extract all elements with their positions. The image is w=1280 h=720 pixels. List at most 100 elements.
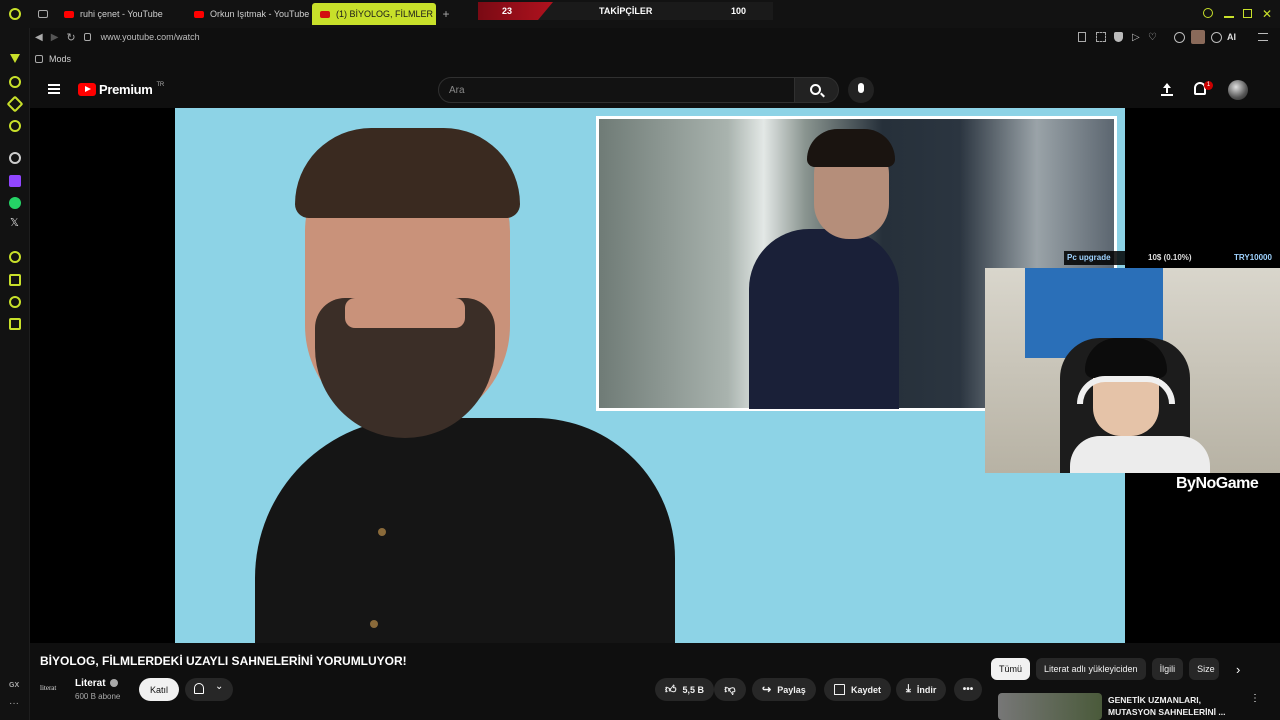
follower-goal-overlay: 23 TAKİPÇİLER 100 xyxy=(478,2,773,20)
region-code: TR xyxy=(156,82,165,88)
follower-label: TAKİPÇİLER xyxy=(599,6,653,16)
hexagon-icon[interactable] xyxy=(9,120,21,132)
save-label: Kaydet xyxy=(851,684,882,695)
gx-control-icon[interactable] xyxy=(10,54,20,63)
menu-icon[interactable] xyxy=(1258,33,1268,41)
donation-ticker: Pc upgrade 10$ (0.10%) TRY10000 xyxy=(1064,251,1280,265)
join-button[interactable]: Katıl xyxy=(139,678,179,701)
subscribe-bell-button[interactable]: ⌄ xyxy=(185,678,233,701)
download-button[interactable]: ⤓ İndir xyxy=(896,678,947,701)
chip-from-uploader[interactable]: Literat adlı yükleyiciden xyxy=(1036,658,1146,680)
url-field[interactable]: www.youtube.com/watch xyxy=(101,32,200,42)
download-icon: ⤓ xyxy=(906,683,911,695)
share-label: Paylaş xyxy=(777,684,806,695)
follower-count: 23 xyxy=(502,6,513,16)
speaker-body xyxy=(255,418,675,643)
channel-name[interactable]: Literat xyxy=(75,678,118,689)
video-title: BİYOLOG, FİLMLERDEKİ UZAYLI SAHNELERİNİ … xyxy=(40,654,407,668)
recommended-title[interactable]: GENETİK UZMANLARI, MUTASYON SAHNELERİNİ … xyxy=(1108,694,1238,718)
search-input[interactable]: Ara xyxy=(438,77,795,103)
bookmarks-bar: Mods xyxy=(30,50,71,68)
headphones xyxy=(1077,376,1175,404)
x-twitter-icon[interactable]: 𝕏 xyxy=(10,216,19,229)
tab-overview-icon[interactable] xyxy=(30,0,56,28)
new-tab-button[interactable]: + xyxy=(436,7,456,21)
shirt-button xyxy=(378,528,386,536)
ai-button[interactable]: AI xyxy=(1227,32,1236,42)
ticker-goal: Pc upgrade xyxy=(1067,253,1111,262)
chip-for-you[interactable]: Size xyxy=(1189,658,1220,680)
hamburger-menu-icon[interactable] xyxy=(48,84,60,94)
microphone-icon xyxy=(858,83,864,93)
search-icon[interactable] xyxy=(1203,8,1213,18)
like-count: 5,5 B xyxy=(682,684,705,695)
recommendation-chips: Tümü Literat adlı yükleyiciden İlgili Si… xyxy=(991,658,1220,680)
back-icon[interactable]: ◀ xyxy=(35,32,43,43)
download-label: İndir xyxy=(916,684,937,695)
more-icon[interactable]: ··· xyxy=(9,698,19,709)
gx-player-icon[interactable] xyxy=(9,274,21,286)
tab-ruhi-cenet[interactable]: ruhi çenet - YouTube xyxy=(56,3,186,25)
avatar[interactable] xyxy=(1228,80,1248,100)
follower-goal: 100 xyxy=(731,6,747,16)
chevron-down-icon: ⌄ xyxy=(215,681,224,692)
voice-search-button[interactable] xyxy=(848,77,874,103)
ticker-target: TRY10000 xyxy=(1234,253,1272,262)
bookmark-icon xyxy=(834,684,845,695)
search-button[interactable] xyxy=(795,77,839,103)
tab-orkun-isitmak[interactable]: Orkun Işıtmak - YouTube xyxy=(186,3,312,25)
snapshot-icon[interactable] xyxy=(1096,32,1106,42)
whatsapp-icon[interactable] xyxy=(9,197,21,209)
chatgpt-icon[interactable] xyxy=(9,152,21,164)
youtube-premium-logo[interactable]: Premium TR xyxy=(99,82,164,97)
thumbs-up-icon: 👍︎ xyxy=(665,684,677,696)
streamer-hair xyxy=(1085,338,1167,378)
browser-sidebar: 𝕏 GX ··· xyxy=(0,28,30,720)
close-icon[interactable]: ✕ xyxy=(1262,7,1272,21)
address-bar: ◀ ▶ ↻ www.youtube.com/watch ▷ ♡ AI xyxy=(30,28,1280,46)
kebab-menu-icon[interactable]: ⋮ xyxy=(1250,693,1260,704)
chevron-right-icon[interactable]: › xyxy=(1236,662,1240,677)
gx-corner-icon[interactable] xyxy=(9,76,21,88)
gx-mods-icon[interactable] xyxy=(9,251,21,263)
shield-icon[interactable] xyxy=(1114,32,1123,42)
gx-games-icon[interactable] xyxy=(9,296,21,308)
more-actions-button[interactable]: ••• xyxy=(954,678,982,701)
maximize-icon[interactable] xyxy=(1243,9,1252,18)
upload-icon[interactable] xyxy=(1161,82,1175,96)
youtube-logo-icon[interactable] xyxy=(78,83,96,96)
player-icon[interactable]: ▷ xyxy=(1132,32,1140,43)
chip-related[interactable]: İlgili xyxy=(1151,658,1184,680)
video-frame xyxy=(175,108,1125,643)
gx-cleaner-icon[interactable] xyxy=(6,95,24,113)
tab-label: ruhi çenet - YouTube xyxy=(80,9,163,19)
bookmark-icon[interactable] xyxy=(1078,32,1086,42)
forward-icon[interactable]: ▶ xyxy=(51,32,59,43)
youtube-favicon-icon xyxy=(320,10,330,18)
twitch-icon[interactable] xyxy=(9,175,21,187)
minimize-icon[interactable] xyxy=(1224,16,1234,18)
opera-gx-logo-icon[interactable] xyxy=(0,0,30,28)
video-player[interactable]: Pc upgrade 10$ (0.10%) TRY10000 ByNoGame xyxy=(30,108,1280,643)
reload-icon[interactable]: ↻ xyxy=(66,31,75,44)
like-button[interactable]: 👍︎ 5,5 B xyxy=(655,678,715,701)
bookmark-mods[interactable]: Mods xyxy=(49,54,71,64)
youtube-favicon-icon xyxy=(194,10,204,18)
channel-logo[interactable]: literat xyxy=(40,677,68,699)
save-button[interactable]: Kaydet xyxy=(824,678,892,701)
shirt-button xyxy=(370,620,378,628)
streamer-shirt xyxy=(1070,436,1210,473)
youtube-favicon-icon xyxy=(64,10,74,18)
profile-avatar-icon[interactable] xyxy=(1191,30,1205,44)
bell-icon xyxy=(194,683,204,694)
heart-icon[interactable]: ♡ xyxy=(1148,32,1157,43)
extension-icon[interactable] xyxy=(1174,31,1185,43)
dislike-button[interactable]: 👎︎ xyxy=(714,678,746,701)
recommended-thumbnail[interactable] xyxy=(998,693,1102,720)
tab-biyolog-active[interactable]: (1) BİYOLOG, FİLMLER xyxy=(312,3,436,25)
share-button[interactable]: ↪ Paylaş xyxy=(752,678,816,701)
vpn-icon[interactable] xyxy=(1211,31,1222,43)
notification-badge: 1 xyxy=(1204,81,1213,90)
gx-settings-icon[interactable] xyxy=(9,318,21,330)
chip-all[interactable]: Tümü xyxy=(991,658,1031,680)
